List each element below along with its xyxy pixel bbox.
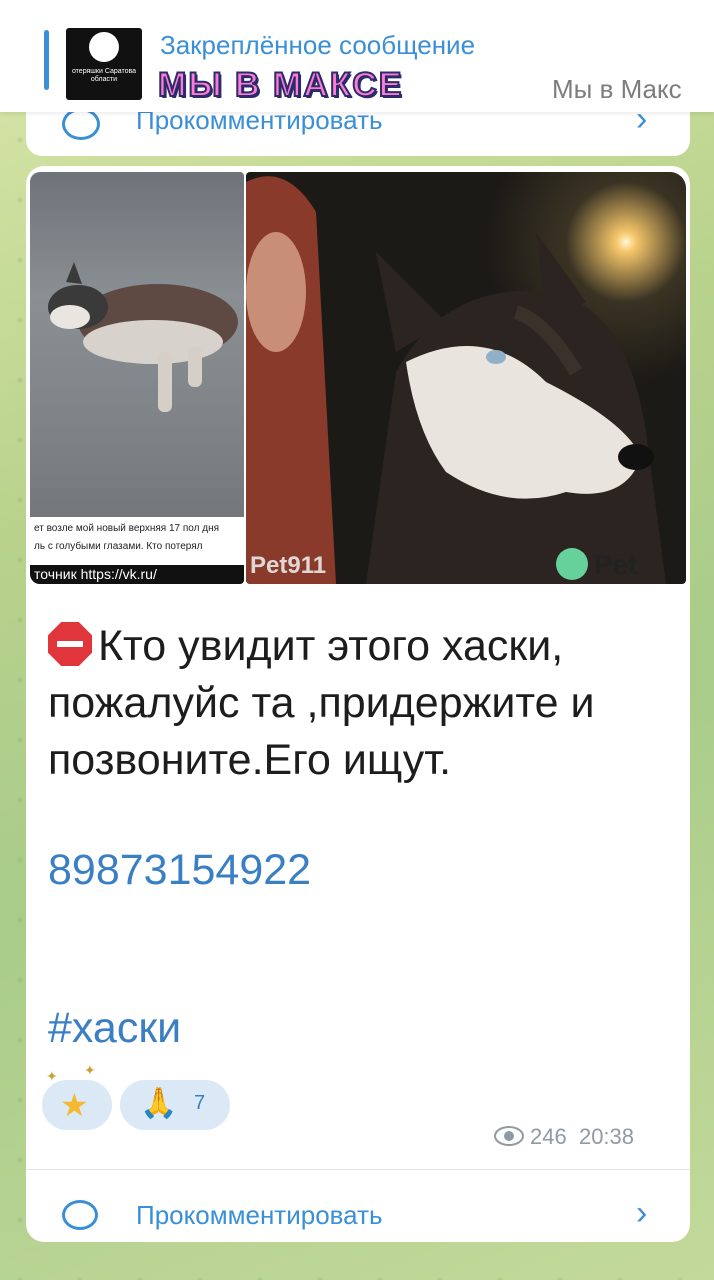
pinned-thumbnail-text: отеряшки Саратова области xyxy=(71,68,137,83)
pinned-thumbnail-logo xyxy=(89,32,119,62)
pinned-thumbnail: отеряшки Саратова области xyxy=(66,28,142,100)
phone-link[interactable]: 89873154922 xyxy=(48,846,311,895)
pet911-logo-text: Pet xyxy=(594,549,638,580)
message-card: ет возле мой новый верхняя 17 пол дня ль… xyxy=(26,166,690,1242)
sparkle-icon: ✦ xyxy=(84,1062,96,1078)
message-text: Кто увидит этого хаски, пожалуйс та ,при… xyxy=(48,618,668,789)
chevron-right-icon[interactable]: › xyxy=(636,1194,647,1233)
comment-icon[interactable] xyxy=(62,1200,98,1230)
message-time: 20:38 xyxy=(578,1124,635,1149)
views-count: 246 xyxy=(530,1124,567,1149)
husky-portrait-illustration xyxy=(246,176,666,584)
reaction-praying-hands[interactable]: 🙏 7 xyxy=(120,1080,230,1130)
message-meta: 246 20:38 xyxy=(494,1124,634,1150)
divider xyxy=(26,1169,690,1170)
eye-icon xyxy=(494,1126,524,1146)
photo1-caption-line2: ль с голубыми глазами. Кто потерял xyxy=(34,541,203,552)
comment-icon[interactable] xyxy=(62,108,100,140)
pinned-message-bar[interactable]: отеряшки Саратова области Закреплённое с… xyxy=(0,0,714,112)
message-body: Кто увидит этого хаски, пожалуйс та ,при… xyxy=(48,622,595,784)
pinned-logo-text: МЫ В МАКСЕ xyxy=(157,65,404,105)
photo-husky-lying[interactable]: ет возле мой новый верхняя 17 пол дня ль… xyxy=(30,172,244,584)
reaction-star[interactable]: ★ xyxy=(42,1080,112,1130)
reaction-count: 7 xyxy=(194,1092,206,1114)
pinned-indicator xyxy=(44,30,49,90)
husky-lying-illustration xyxy=(48,262,238,412)
pet911-logo: Pet xyxy=(556,548,686,582)
pet911-dog-icon xyxy=(556,548,588,580)
photo1-source: точник https://vk.ru/ xyxy=(30,565,244,584)
pinned-preview: Мы в Макс xyxy=(552,74,682,104)
hashtag-link[interactable]: #хаски xyxy=(48,1004,181,1053)
praying-hands-icon: 🙏 xyxy=(140,1087,178,1120)
photo2-watermark: Pet911 xyxy=(250,552,327,579)
photo-husky-selfie[interactable]: Pet911 Pet xyxy=(246,172,686,584)
photo1-caption-line1: ет возле мой новый верхняя 17 пол дня xyxy=(34,523,220,534)
star-icon: ★ xyxy=(60,1087,89,1123)
stop-sign-icon xyxy=(48,622,92,666)
comment-button[interactable]: Прокомментировать xyxy=(136,1200,383,1231)
pinned-title: Закреплённое сообщение xyxy=(160,30,476,60)
